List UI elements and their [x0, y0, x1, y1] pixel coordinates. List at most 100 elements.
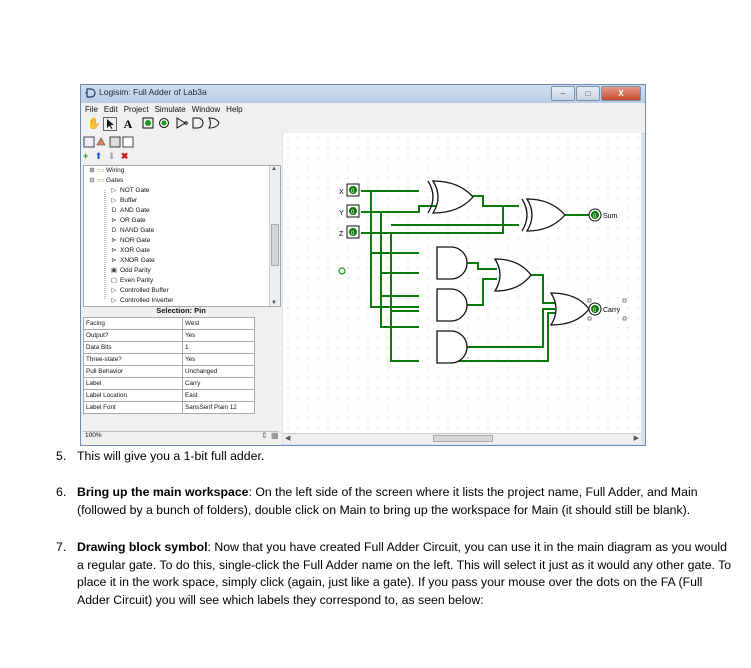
table-row[interactable]: Data Bits 1 — [83, 341, 255, 354]
folder-icon: ▭ — [98, 177, 105, 184]
scroll-right-icon[interactable]: ▶ — [634, 434, 639, 442]
window-controls: – □ X — [550, 86, 641, 101]
menu-project[interactable]: Project — [124, 105, 149, 114]
table-row[interactable]: Label Location East — [83, 389, 255, 402]
tree-scroll-thumb[interactable] — [271, 224, 279, 266]
tree-item-controlled-inverter[interactable]: ▷ Controlled Inverter — [108, 296, 174, 306]
and-gate-3[interactable] — [436, 330, 468, 364]
and-gate-1[interactable] — [436, 246, 468, 280]
expand-icon[interactable]: ⊞ — [86, 166, 98, 176]
canvas-scroll-thumb[interactable] — [433, 435, 493, 442]
logisim-app-icon — [85, 88, 96, 98]
input-label-y: Y — [339, 210, 344, 217]
zoom-bar: 100% ⇕ ▦ — [83, 431, 279, 441]
folder-icon: ▭ — [98, 167, 105, 174]
tree-item-odd-parity[interactable]: ▣ Odd Parity — [108, 266, 151, 276]
scroll-up-icon[interactable]: ▲ — [271, 166, 277, 172]
tree-item-xor-gate[interactable]: ⊳ XOR Gate — [108, 246, 150, 256]
tree-group-label: Wiring — [105, 167, 125, 174]
table-row[interactable]: Pull Behavior Unchanged — [83, 365, 255, 378]
grid-toggle-icon[interactable]: ▦ — [271, 431, 279, 440]
tree-group-wiring[interactable]: ⊞ ▭ Wiring — [86, 166, 124, 176]
add-circuit-icon[interactable]: + — [83, 151, 88, 161]
item-7-paragraph: Drawing block symbol: Now that you have … — [77, 539, 737, 609]
scroll-left-icon[interactable]: ◀ — [285, 434, 290, 442]
xor-gate-1[interactable] — [427, 180, 474, 214]
tree-edit-toolbar: + ⬆ ⬇ ✖ — [83, 151, 143, 163]
menu-edit[interactable]: Edit — [104, 105, 118, 114]
tree-item-or-gate[interactable]: ⊳ OR Gate — [108, 216, 145, 226]
poke-icon[interactable]: ✋ — [87, 117, 101, 131]
not-gate-icon[interactable] — [175, 117, 189, 131]
left-panel: + ⬆ ⬇ ✖ ⊞ ▭ Wiring ⊟ ▭ Gates ▷ NOT Gate ▷ Bu… — [81, 133, 282, 445]
item-5-number: 5. — [56, 449, 67, 463]
input-pin-icon[interactable] — [141, 117, 155, 131]
item-7-heading: Drawing block symbol — [77, 540, 208, 554]
and-gate-2[interactable] — [436, 288, 468, 322]
item-6-heading: Bring up the main workspace — [77, 485, 249, 499]
output-label-sum: Sum — [603, 213, 618, 220]
output-label-carry: Carry — [603, 307, 621, 314]
collapse-icon[interactable]: ⊟ — [86, 176, 98, 186]
output-pin-carry[interactable]: 0 — [588, 302, 602, 316]
item-6-paragraph: Bring up the main workspace: On the left… — [77, 484, 737, 519]
tree-item-even-parity[interactable]: ▢ Even Parity — [108, 276, 153, 286]
table-row[interactable]: Facing West — [83, 317, 255, 330]
tree-connector-lines — [104, 190, 106, 300]
tree-item-nor-gate[interactable]: ⊳ NOR Gate — [108, 236, 150, 246]
table-row[interactable]: Label Carry — [83, 377, 255, 390]
tool-bar: ✋ A — [81, 115, 645, 134]
tree-scrollbar[interactable]: ▲ ▼ — [269, 166, 280, 306]
select-icon[interactable] — [103, 117, 117, 131]
move-up-icon[interactable]: ⬆ — [95, 151, 103, 161]
circuit-canvas[interactable]: X 0 Y 0 Z 0 0 Sum 0 Carry — [283, 133, 641, 433]
tree-item-nand-gate[interactable]: D NAND Gate — [108, 226, 155, 236]
tree-item-xnor-gate[interactable]: ⊳ XNOR Gate — [108, 256, 154, 266]
title-bar: Logisim: Full Adder of Lab3a – □ X — [81, 85, 645, 103]
tree-item-not-gate[interactable]: ▷ NOT Gate — [108, 186, 150, 196]
item-5-text: This will give you a 1-bit full adder. — [77, 449, 265, 463]
menu-simulate[interactable]: Simulate — [155, 105, 186, 114]
input-pin-y[interactable]: 0 — [346, 204, 360, 218]
and-gate-icon[interactable] — [191, 117, 205, 131]
tree-group-label: Gates — [105, 177, 124, 184]
or-gate-2[interactable] — [549, 292, 590, 326]
item-7-number: 7. — [56, 540, 67, 554]
attribute-table: Facing West Output? Yes Data Bits 1 Three-s… — [83, 317, 255, 414]
delete-icon[interactable]: ✖ — [121, 151, 129, 161]
maximize-button[interactable]: □ — [576, 86, 600, 101]
input-pin-x[interactable]: 0 — [346, 183, 360, 197]
canvas-horizontal-scrollbar[interactable]: ◀ ▶ — [283, 433, 641, 444]
text-icon[interactable]: A — [121, 117, 135, 131]
item-6-number: 6. — [56, 485, 67, 499]
input-label-z: Z — [339, 231, 344, 238]
output-pin-icon[interactable] — [157, 117, 171, 131]
or-gate-icon[interactable] — [207, 117, 221, 131]
unconnected-point — [338, 267, 346, 275]
table-row[interactable]: Output? Yes — [83, 329, 255, 342]
menu-bar: File Edit Project Simulate Window Help — [81, 103, 645, 115]
minimize-button[interactable]: – — [551, 86, 575, 101]
table-row[interactable]: Three-state? Yes — [83, 353, 255, 366]
zoom-stepper-icon[interactable]: ⇕ — [261, 431, 268, 440]
selection-title: Selection: Pin — [156, 306, 206, 315]
move-down-icon[interactable]: ⬇ — [108, 151, 116, 161]
zoom-level[interactable]: 100% — [85, 432, 102, 439]
component-tree: ⊞ ▭ Wiring ⊟ ▭ Gates ▷ NOT Gate ▷ Buffer D AN… — [83, 165, 281, 307]
input-label-x: X — [339, 189, 344, 196]
tree-item-and-gate[interactable]: D AND Gate — [108, 206, 150, 216]
xor-gate-2[interactable] — [521, 198, 566, 232]
menu-file[interactable]: File — [85, 105, 98, 114]
input-pin-z[interactable]: 0 — [346, 225, 360, 239]
menu-window[interactable]: Window — [192, 105, 220, 114]
table-row[interactable]: Label Font SansSerif Plain 12 — [83, 401, 255, 414]
tree-item-controlled-buffer[interactable]: ▷ Controlled Buffer — [108, 286, 169, 296]
tree-group-gates[interactable]: ⊟ ▭ Gates — [86, 176, 123, 186]
tree-item-buffer[interactable]: ▷ Buffer — [108, 196, 138, 206]
window-title: Logisim: Full Adder of Lab3a — [99, 87, 207, 97]
close-button[interactable]: X — [601, 86, 641, 101]
or-gate-1[interactable] — [493, 258, 532, 292]
logisim-window: Logisim: Full Adder of Lab3a – □ X File … — [80, 84, 646, 446]
output-pin-sum[interactable]: 0 — [588, 208, 602, 222]
menu-help[interactable]: Help — [226, 105, 242, 114]
